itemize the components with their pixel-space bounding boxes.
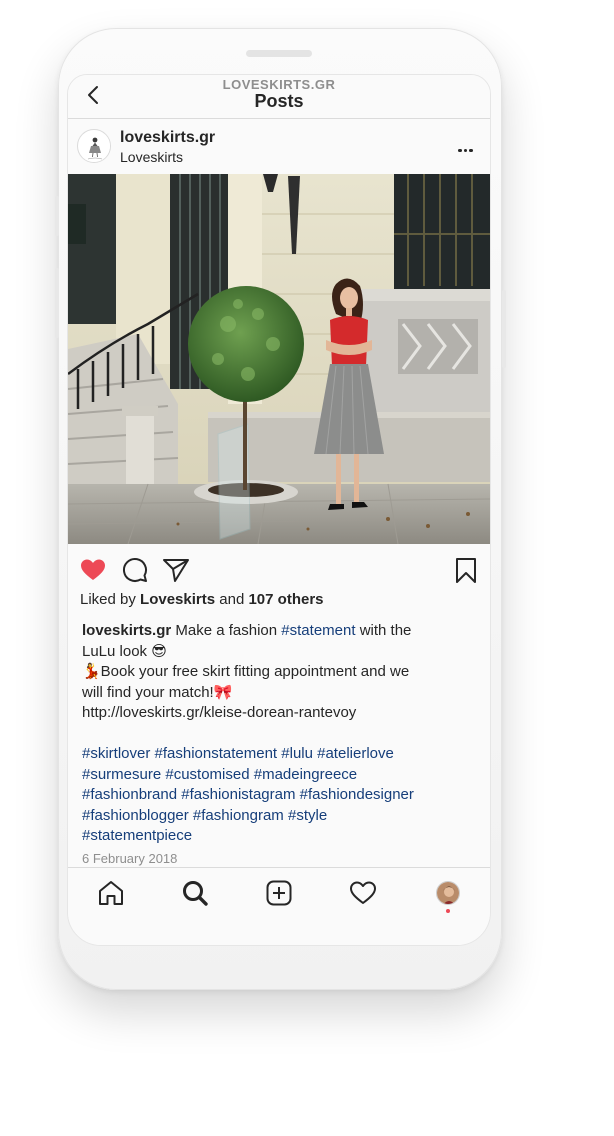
- post-location[interactable]: Loveskirts: [120, 149, 183, 165]
- notification-dot: [446, 909, 450, 913]
- likes-and: and: [219, 591, 245, 608]
- search-icon[interactable]: [180, 878, 210, 908]
- caption-username[interactable]: loveskirts.gr: [82, 622, 171, 639]
- phone-speaker: [246, 50, 312, 57]
- likes-prefix: Liked by: [80, 591, 136, 608]
- hashtag-line[interactable]: #surmesure #customised #madeingreece: [82, 765, 478, 786]
- profile-avatar[interactable]: [436, 881, 460, 905]
- post-header: loveskirts.gr Loveskirts: [68, 120, 490, 174]
- caption-line: LuLu look 😎: [82, 642, 167, 660]
- home-icon[interactable]: [96, 878, 126, 908]
- hashtag-line[interactable]: #statementpiece: [82, 826, 478, 847]
- page-title: Posts: [254, 91, 304, 111]
- post-date: 6 February 2018: [82, 851, 178, 866]
- profile-photo: [437, 882, 459, 904]
- top-bar: LOVESKIRTS.GR Posts: [68, 75, 490, 119]
- heart-filled-icon[interactable]: [79, 556, 107, 584]
- hashtag-line[interactable]: #skirtlover #fashionstatement #lulu #ate…: [82, 744, 478, 765]
- caption-link[interactable]: http://loveskirts.gr/kleise-dorean-rante…: [82, 703, 478, 724]
- phone-side-button: [502, 290, 506, 368]
- post-username[interactable]: loveskirts.gr: [120, 129, 215, 147]
- account-label: LOVESKIRTS.GR: [222, 77, 336, 92]
- post-avatar[interactable]: [77, 129, 111, 163]
- post-image[interactable]: [68, 174, 490, 544]
- hashtag[interactable]: #statement: [281, 622, 355, 639]
- add-post-icon[interactable]: [264, 878, 294, 908]
- post-actions: [68, 553, 490, 587]
- caption-line: will find your match!🎀: [82, 683, 233, 701]
- phone-side-button: [55, 268, 59, 338]
- bottom-nav: [68, 867, 490, 945]
- paper-plane-icon[interactable]: [162, 556, 190, 584]
- post-caption: loveskirts.gr Make a fashion #statement …: [82, 621, 478, 847]
- liked-by-others[interactable]: 107 others: [248, 591, 323, 608]
- liked-by-user[interactable]: Loveskirts: [140, 591, 215, 608]
- activity-heart-icon[interactable]: [348, 878, 378, 908]
- hashtag-line[interactable]: #fashionblogger #fashiongram #style: [82, 806, 478, 827]
- phone-side-button: [55, 196, 59, 236]
- ellipsis-icon[interactable]: [458, 139, 476, 155]
- caption-line: 💃Book your free skirt fitting appointmen…: [82, 663, 410, 680]
- caption-line: loveskirts.gr Make a fashion #statement …: [82, 621, 478, 642]
- caption-text: with the: [359, 622, 412, 639]
- bookmark-icon[interactable]: [452, 556, 480, 584]
- likes-summary[interactable]: Liked by Loveskirts and 107 others: [80, 591, 324, 608]
- comment-icon[interactable]: [121, 556, 149, 584]
- app-screen: LOVESKIRTS.GR Posts loveskirts.gr Lovesk…: [67, 74, 491, 946]
- hashtag-line[interactable]: #fashionbrand #fashionistagram #fashiond…: [82, 785, 478, 806]
- caption-text: Make a fashion: [175, 622, 278, 639]
- brand-logo-icon: [79, 131, 110, 162]
